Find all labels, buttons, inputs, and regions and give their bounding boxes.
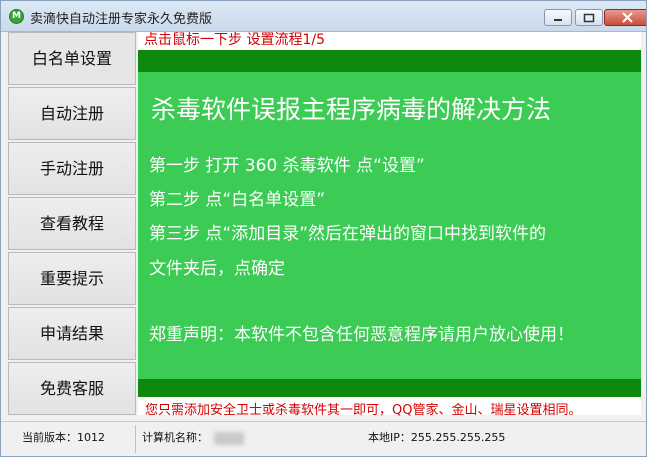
sidebar: 白名单设置 自动注册 手动注册 查看教程 重要提示 申请结果 免费客服 bbox=[8, 32, 138, 415]
disclaimer-text: 郑重声明：本软件不包含任何恶意程序请用户放心使用！ bbox=[149, 325, 574, 345]
close-button[interactable] bbox=[604, 9, 646, 26]
maximize-button[interactable] bbox=[575, 9, 603, 26]
computer-name-redacted bbox=[214, 431, 244, 445]
bottom-divider-bar bbox=[138, 379, 641, 397]
maximize-icon bbox=[583, 13, 595, 23]
sidebar-item-results[interactable]: 申请结果 bbox=[8, 307, 136, 360]
computer-name-label: 计算机名称： bbox=[142, 431, 208, 444]
step-one-text: 第一步 打开 360 杀毒软件 点“设置” bbox=[149, 156, 425, 176]
instruction-panel[interactable]: 杀毒软件误报主程序病毒的解决方法 第一步 打开 360 杀毒软件 点“设置” 第… bbox=[138, 72, 641, 379]
sidebar-item-important-tips[interactable]: 重要提示 bbox=[8, 252, 136, 305]
app-logo-letter: M bbox=[12, 11, 21, 21]
sidebar-item-whitelist[interactable]: 白名单设置 bbox=[8, 32, 136, 85]
app-window: M 卖滴快自动注册专家永久免费版 白名单设置 自动注册 手动注册 查看教程 重要… bbox=[0, 0, 647, 457]
minimize-icon bbox=[554, 19, 562, 21]
step-hint: 点击鼠标一下步 设置流程1/5 bbox=[144, 32, 325, 48]
status-bar: 当前版本：1012 计算机名称： 本地IP：255.255.255.255 bbox=[1, 421, 646, 456]
window-title: 卖滴快自动注册专家永久免费版 bbox=[30, 12, 213, 27]
version-label: 当前版本：1012 bbox=[22, 431, 105, 444]
top-divider-bar bbox=[138, 50, 641, 72]
sidebar-item-manual-register[interactable]: 手动注册 bbox=[8, 142, 136, 195]
panel-heading: 杀毒软件误报主程序病毒的解决方法 bbox=[151, 95, 552, 124]
minimize-button[interactable] bbox=[544, 9, 572, 26]
close-icon bbox=[622, 12, 633, 23]
sidebar-item-tutorial[interactable]: 查看教程 bbox=[8, 197, 136, 250]
sidebar-item-support[interactable]: 免费客服 bbox=[8, 362, 136, 415]
sidebar-item-auto-register[interactable]: 自动注册 bbox=[8, 87, 136, 140]
step-three-continued-text: 文件夹后，点确定 bbox=[149, 259, 285, 279]
step-three-text: 第三步 点“添加目录”然后在弹出的窗口中找到软件的 bbox=[149, 224, 547, 244]
main-content[interactable]: 点击鼠标一下步 设置流程1/5 杀毒软件误报主程序病毒的解决方法 第一步 打开 … bbox=[138, 32, 641, 418]
step-two-text: 第二步 点“白名单设置” bbox=[149, 190, 326, 210]
app-logo-icon: M bbox=[9, 9, 24, 24]
local-ip-label: 本地IP：255.255.255.255 bbox=[368, 431, 506, 444]
computer-name-field: 计算机名称： bbox=[142, 429, 244, 445]
bottom-note: 您只需添加安全卫士或杀毒软件其一即可，QQ管家、金山、瑞星设置相同。 bbox=[145, 403, 582, 418]
title-bar[interactable]: M 卖滴快自动注册专家永久免费版 bbox=[1, 1, 646, 32]
status-separator bbox=[135, 425, 136, 453]
